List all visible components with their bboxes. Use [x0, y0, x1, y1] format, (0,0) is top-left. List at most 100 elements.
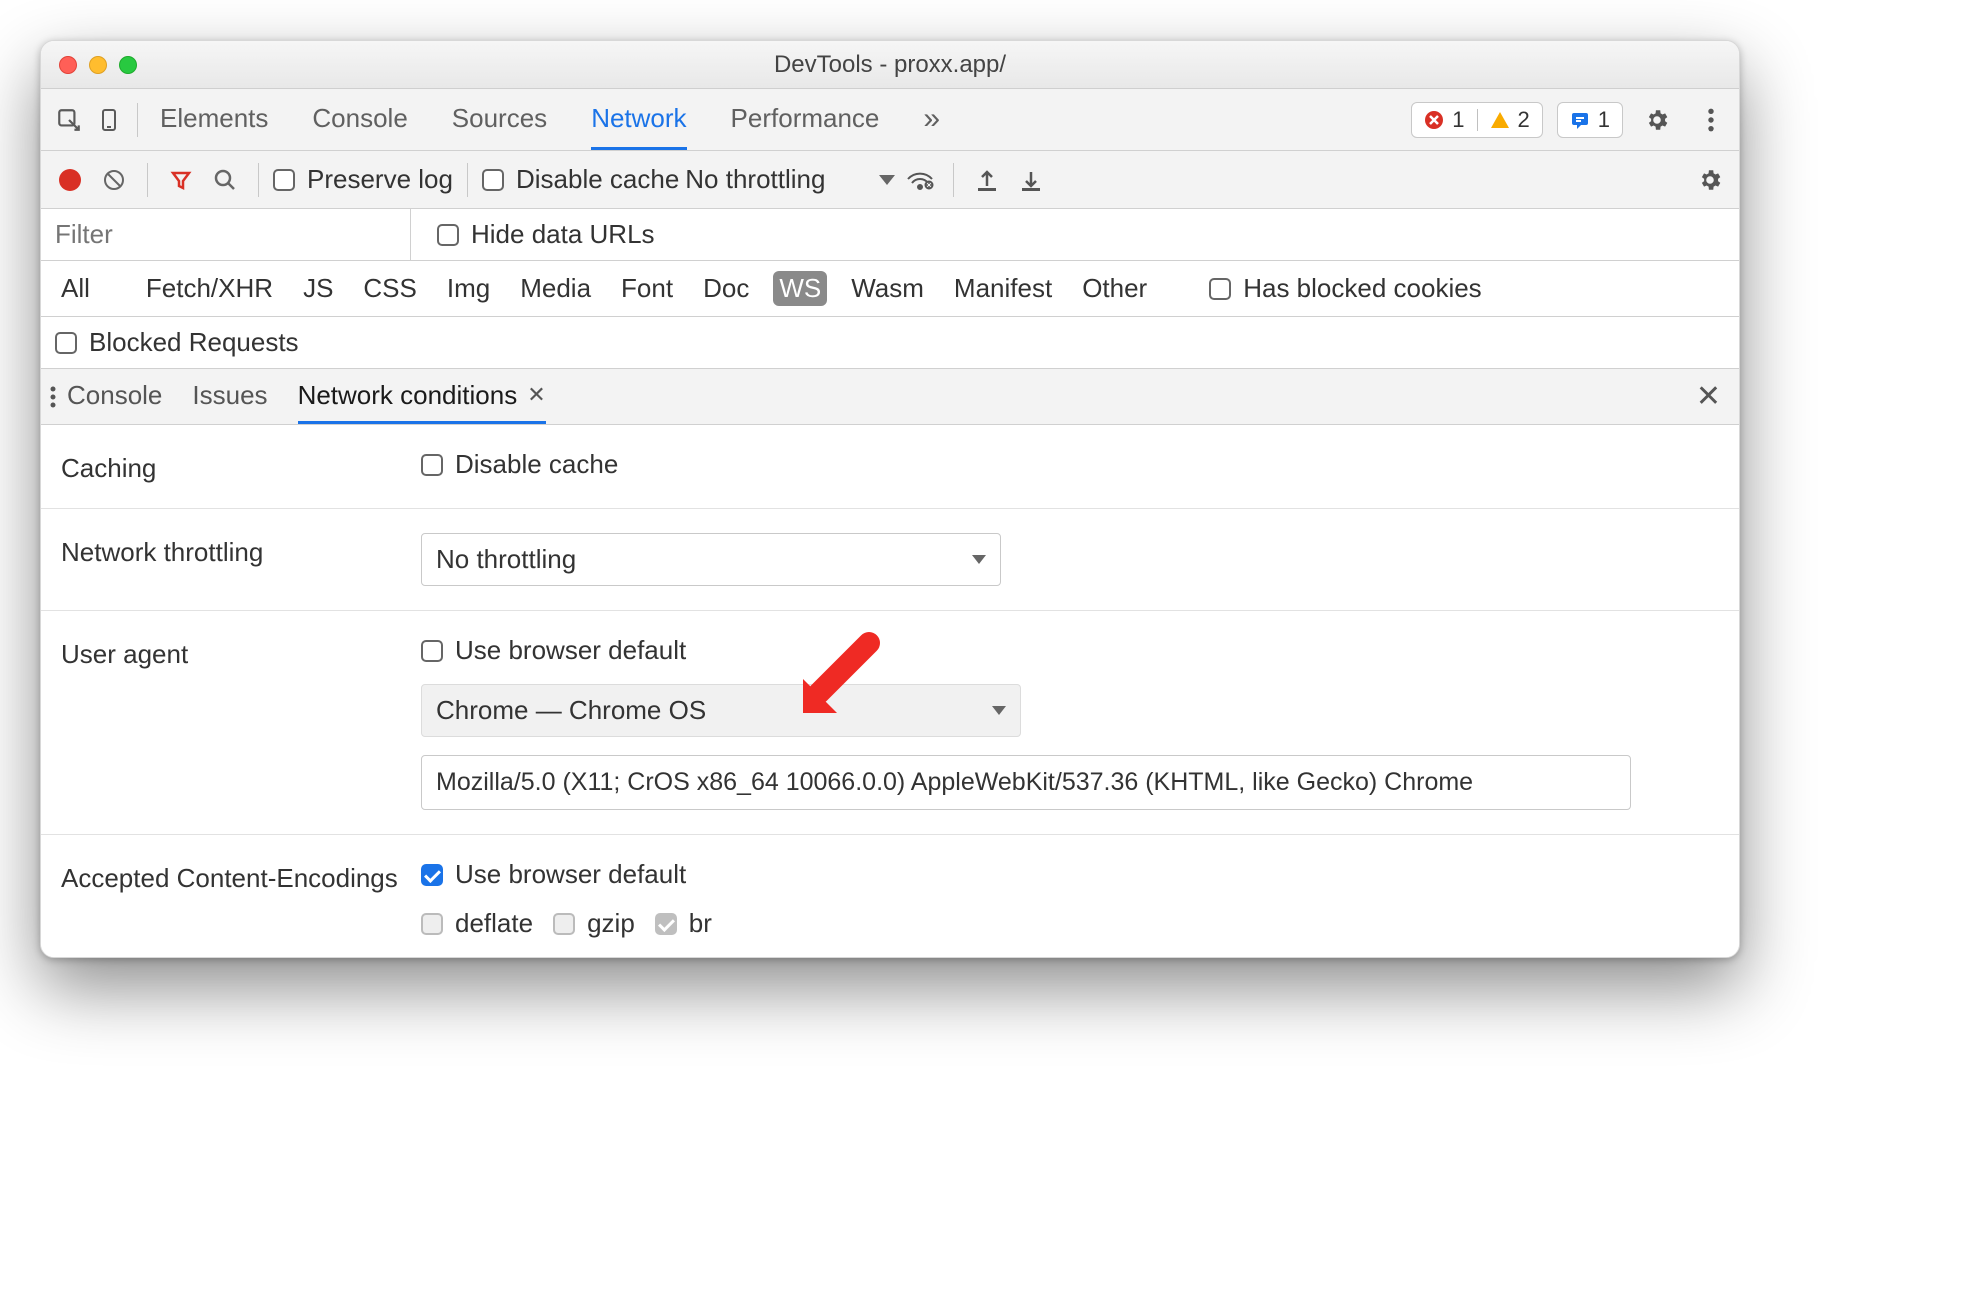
- drawer-tabs: Console Issues Network conditions ✕: [57, 369, 546, 424]
- chevron-down-icon: [879, 175, 895, 185]
- tab-console[interactable]: Console: [312, 89, 407, 150]
- checkbox-icon: [421, 913, 443, 935]
- filter-all[interactable]: All: [55, 271, 96, 306]
- filter-media[interactable]: Media: [514, 271, 597, 306]
- settings-gear-icon[interactable]: [1637, 100, 1677, 140]
- chevron-down-icon: [992, 706, 1006, 715]
- checkbox-icon: [1209, 278, 1231, 300]
- filbar-row: Hide data URLs: [41, 209, 1739, 261]
- drawer-tabstrip: Console Issues Network conditions ✕ ✕: [41, 369, 1739, 425]
- separator: [137, 103, 138, 137]
- drawer-tab-network-conditions[interactable]: Network conditions ✕: [298, 369, 546, 424]
- device-toolbar-icon[interactable]: [89, 100, 129, 140]
- message-count: 1: [1598, 107, 1610, 133]
- filter-doc[interactable]: Doc: [697, 271, 755, 306]
- caching-row: Caching Disable cache: [41, 425, 1739, 509]
- error-count: 1: [1452, 107, 1464, 133]
- tab-elements[interactable]: Elements: [160, 89, 268, 150]
- throttling-select[interactable]: No throttling: [421, 533, 1001, 586]
- network-conditions-icon[interactable]: [901, 161, 939, 199]
- blocked-requests-checkbox[interactable]: Blocked Requests: [55, 327, 299, 358]
- drawer-tab-console[interactable]: Console: [67, 369, 162, 424]
- caching-disable-label: Disable cache: [455, 449, 618, 480]
- filter-css[interactable]: CSS: [357, 271, 422, 306]
- messages-counter[interactable]: 1: [1557, 102, 1623, 138]
- type-filters: All Fetch/XHR JS CSS Img Media Font Doc …: [41, 261, 1739, 317]
- network-conditions-panel: Caching Disable cache Network throttling…: [41, 425, 1739, 957]
- filter-js[interactable]: JS: [297, 271, 339, 306]
- ua-use-default-label: Use browser default: [455, 635, 686, 666]
- has-blocked-cookies-checkbox[interactable]: Has blocked cookies: [1209, 273, 1481, 304]
- drawer-close-icon[interactable]: ✕: [1686, 373, 1731, 420]
- throttling-label: Network throttling: [61, 533, 421, 568]
- issues-counter[interactable]: 1 2: [1411, 102, 1543, 138]
- tab-sources[interactable]: Sources: [452, 89, 547, 150]
- chevron-down-icon: [972, 555, 986, 564]
- titlebar: DevTools - proxx.app/: [41, 41, 1739, 89]
- close-tab-icon[interactable]: ✕: [527, 382, 545, 408]
- preserve-log-label: Preserve log: [307, 164, 453, 195]
- drawer-tab-issues[interactable]: Issues: [192, 369, 267, 424]
- clear-button[interactable]: [95, 161, 133, 199]
- network-settings-gear-icon[interactable]: [1691, 161, 1729, 199]
- enc-br-checkbox[interactable]: br: [655, 908, 712, 939]
- caching-disable-checkbox[interactable]: Disable cache: [421, 449, 1719, 480]
- hide-data-urls-checkbox[interactable]: Hide data URLs: [437, 219, 655, 250]
- checkbox-icon: [273, 169, 295, 191]
- main-tabstrip: Elements Console Sources Network Perform…: [41, 89, 1739, 151]
- filter-ws[interactable]: WS: [773, 271, 827, 306]
- filter-icon[interactable]: [162, 161, 200, 199]
- user-agent-select[interactable]: Chrome — Chrome OS: [421, 684, 1021, 737]
- enc-use-default-label: Use browser default: [455, 859, 686, 890]
- disable-cache-checkbox[interactable]: Disable cache: [482, 164, 679, 195]
- encodings-row: Accepted Content-Encodings Use browser d…: [41, 835, 1739, 957]
- user-agent-textbox[interactable]: Mozilla/5.0 (X11; CrOS x86_64 10066.0.0)…: [421, 755, 1631, 810]
- checkbox-icon: [553, 913, 575, 935]
- throttling-row: Network throttling No throttling: [41, 509, 1739, 611]
- kebab-menu-icon[interactable]: [1691, 100, 1731, 140]
- warning-icon: [1490, 110, 1510, 130]
- filter-manifest[interactable]: Manifest: [948, 271, 1058, 306]
- separator: [258, 163, 259, 197]
- network-toolbar: Preserve log Disable cache No throttling: [41, 151, 1739, 209]
- export-har-icon[interactable]: [1012, 161, 1050, 199]
- checkbox-icon: [421, 454, 443, 476]
- drawer-kebab-icon[interactable]: [49, 385, 57, 409]
- checkbox-icon: [55, 332, 77, 354]
- filter-img[interactable]: Img: [441, 271, 496, 306]
- record-button[interactable]: [51, 161, 89, 199]
- enc-br-label: br: [689, 908, 712, 939]
- enc-deflate-label: deflate: [455, 908, 533, 939]
- enc-deflate-checkbox[interactable]: deflate: [421, 908, 533, 939]
- main-tabs: Elements Console Sources Network Perform…: [146, 89, 940, 150]
- filter-other[interactable]: Other: [1076, 271, 1153, 306]
- import-har-icon[interactable]: [968, 161, 1006, 199]
- tab-performance[interactable]: Performance: [731, 89, 880, 150]
- enc-use-default-checkbox[interactable]: Use browser default: [421, 859, 1719, 890]
- filter-wasm[interactable]: Wasm: [845, 271, 930, 306]
- caching-label: Caching: [61, 449, 421, 484]
- blocked-requests-label: Blocked Requests: [89, 327, 299, 358]
- warning-count: 2: [1518, 107, 1530, 133]
- separator: [953, 163, 954, 197]
- throttling-dropdown[interactable]: No throttling: [685, 164, 895, 195]
- preserve-log-checkbox[interactable]: Preserve log: [273, 164, 453, 195]
- user-agent-label: User agent: [61, 635, 421, 670]
- more-tabs-overflow[interactable]: »: [923, 89, 940, 150]
- filter-fetch-xhr[interactable]: Fetch/XHR: [140, 271, 279, 306]
- filter-input[interactable]: [41, 209, 411, 260]
- ua-use-default-checkbox[interactable]: Use browser default: [421, 635, 1719, 666]
- tab-network[interactable]: Network: [591, 89, 686, 150]
- filter-font[interactable]: Font: [615, 271, 679, 306]
- checkbox-icon: [655, 913, 677, 935]
- tabstrip-right: 1 2 1: [1411, 100, 1731, 140]
- window-title: DevTools - proxx.app/: [41, 51, 1739, 79]
- message-icon: [1570, 110, 1590, 130]
- enc-gzip-checkbox[interactable]: gzip: [553, 908, 635, 939]
- devtools-window: DevTools - proxx.app/ Elements Console S…: [40, 40, 1740, 958]
- inspect-element-icon[interactable]: [49, 100, 89, 140]
- separator: [147, 163, 148, 197]
- search-icon[interactable]: [206, 161, 244, 199]
- checkbox-icon: [437, 224, 459, 246]
- separator: [467, 163, 468, 197]
